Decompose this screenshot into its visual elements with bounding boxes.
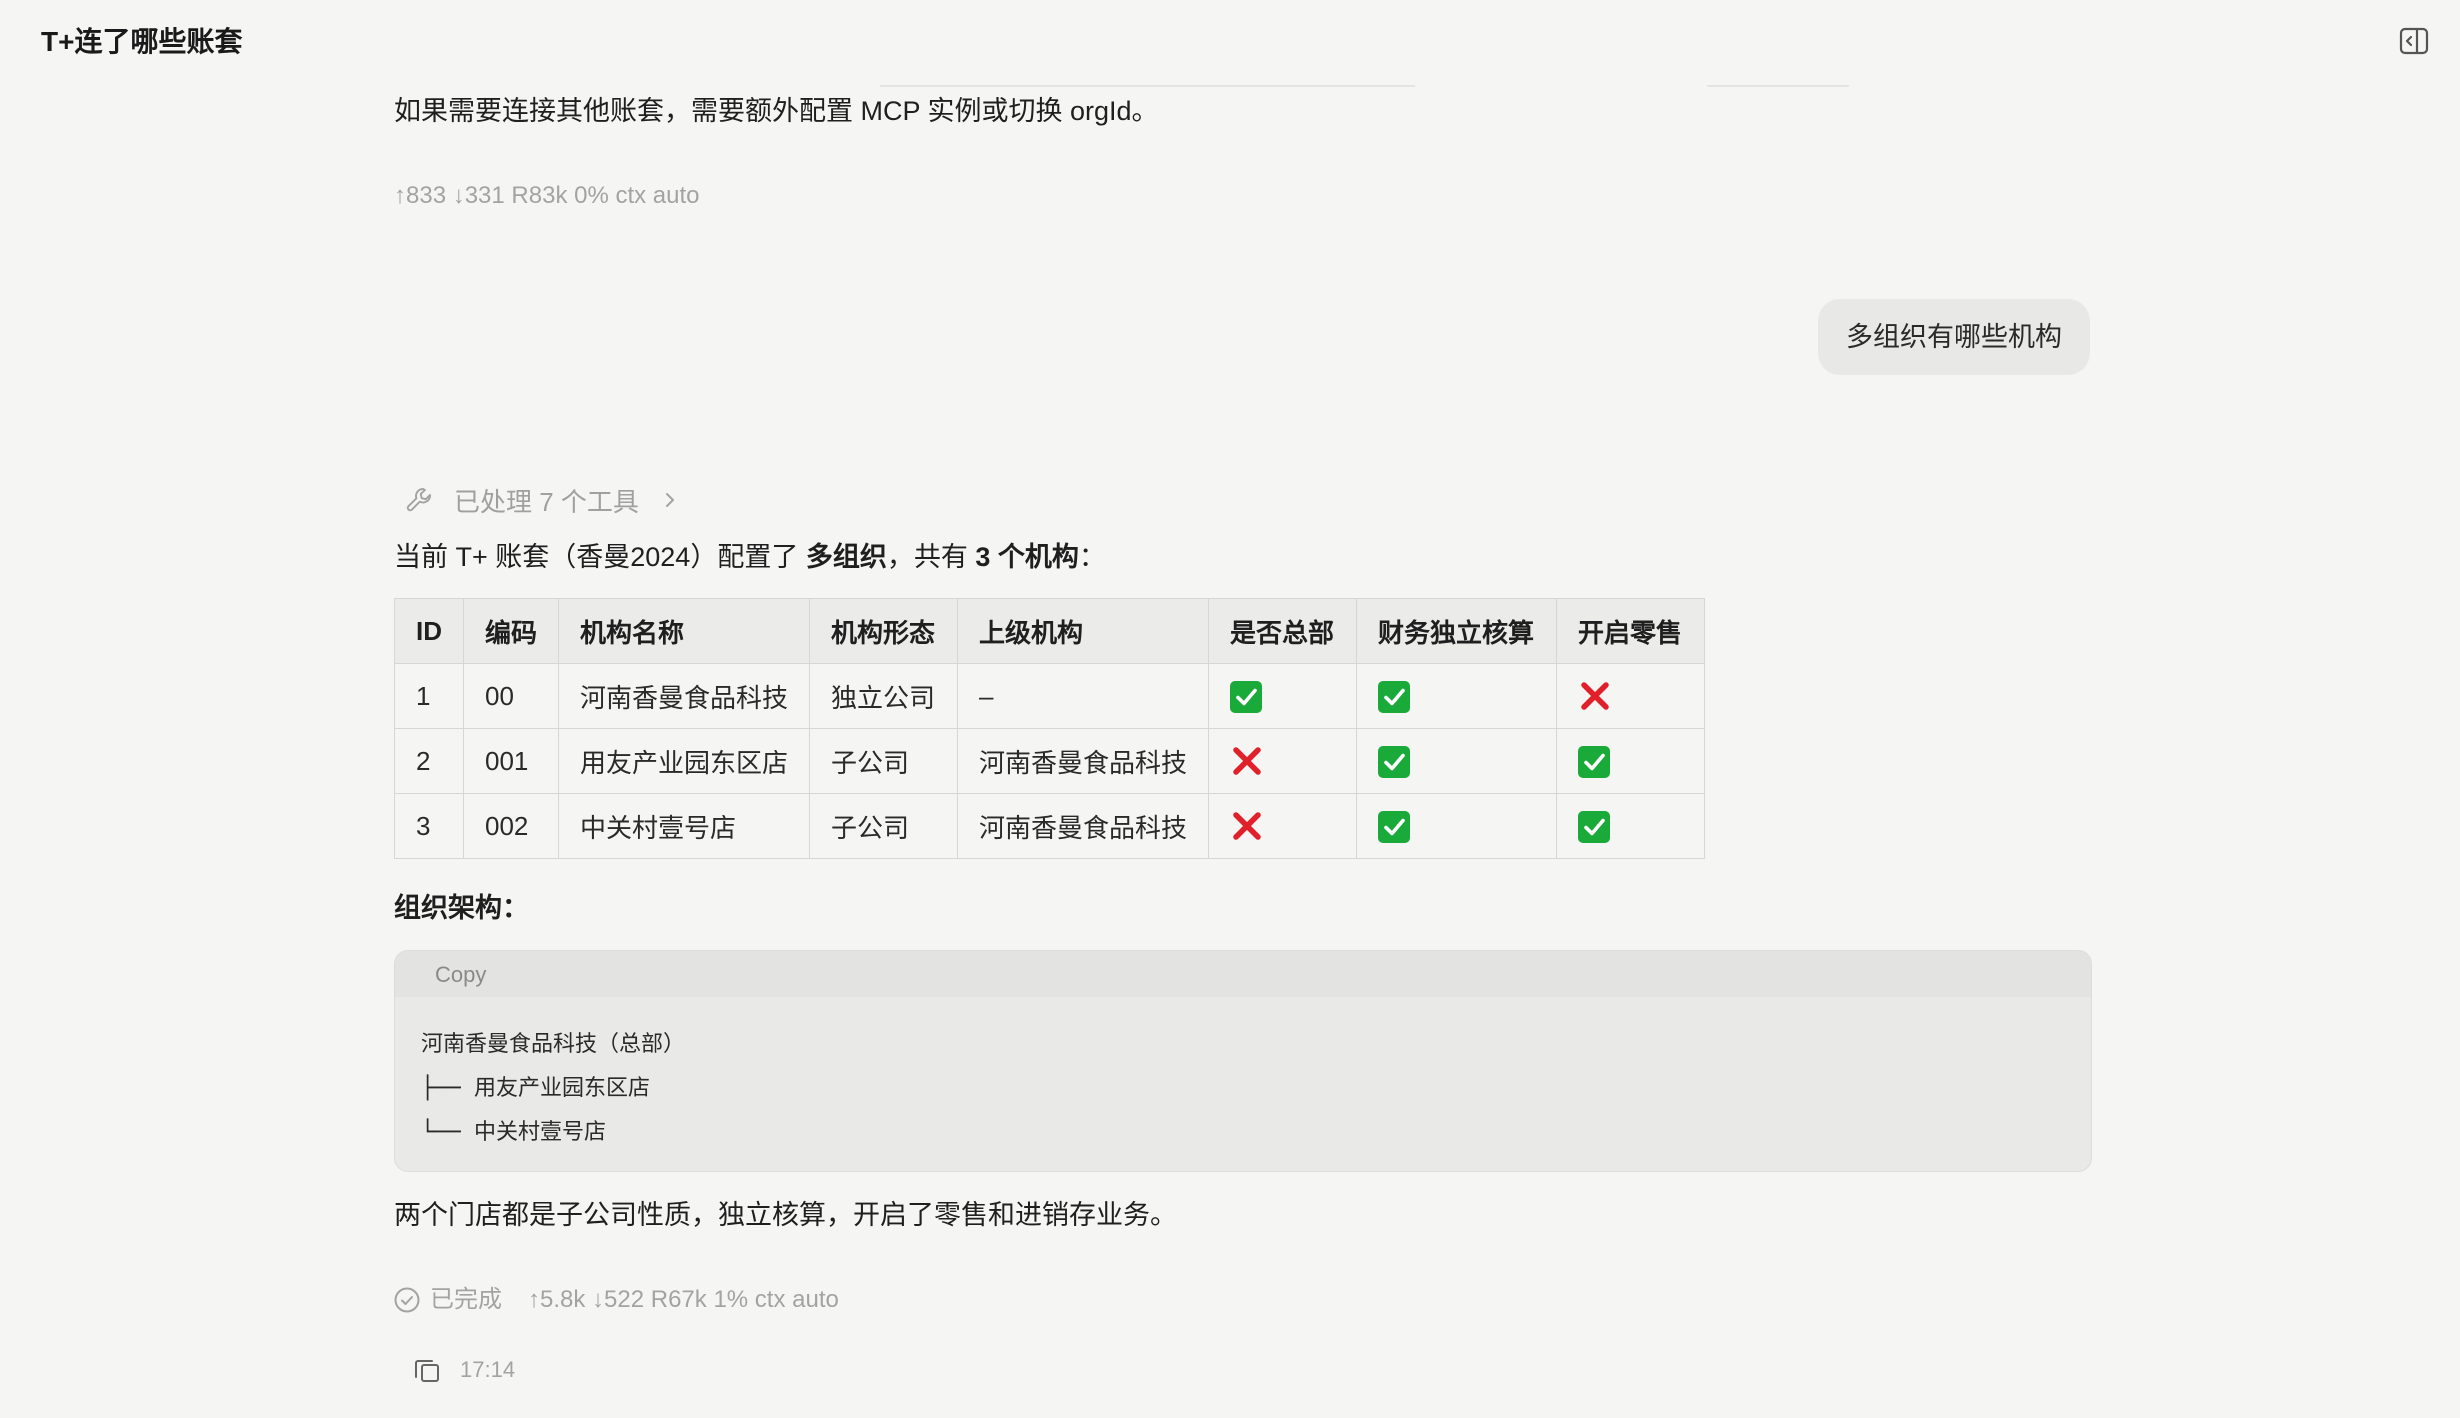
cross-mark-icon	[1578, 679, 1612, 713]
check-mark-button-icon	[1578, 810, 1611, 843]
table-cell-parent: –	[957, 663, 1210, 729]
code-line: 河南香曼食品科技（总部）	[421, 1032, 686, 1057]
previous-message-text: 如果需要连接其他账套，需要额外配置 MCP 实例或切换 orgId。	[394, 96, 1159, 126]
copy-icon[interactable]	[411, 1354, 443, 1386]
code-block-header	[395, 951, 2091, 997]
flag-cell	[1208, 793, 1358, 859]
intro-text: ，共有	[886, 542, 976, 572]
table-cell-code: 001	[462, 728, 560, 794]
completion-status: 已完成	[430, 1286, 502, 1313]
faded-divider	[880, 85, 1415, 87]
table-row: 1 00 河南香曼食品科技 独立公司 –	[394, 663, 1706, 729]
table-cell-name: 用友产业园东区店	[558, 728, 811, 794]
intro-bold-multi-org: 多组织	[805, 542, 887, 572]
table-row: 3 002 中关村壹号店 子公司 河南香曼食品科技	[394, 793, 1706, 859]
flag-cell	[1208, 663, 1358, 729]
column-header: 机构形态	[809, 598, 959, 664]
message-time: 17:14	[460, 1357, 516, 1382]
answer-summary: 两个门店都是子公司性质，独立核算，开启了零售和进销存业务。	[394, 1200, 1177, 1230]
answer-intro: 当前 T+ 账套（香曼2024）配置了 多组织，共有 3 个机构：	[394, 537, 1106, 577]
table-cell-form: 子公司	[809, 728, 959, 794]
user-message-bubble: 多组织有哪些机构	[1818, 299, 2090, 375]
table-cell-id: 1	[394, 663, 464, 729]
column-header: 机构名称	[558, 598, 811, 664]
flag-cell	[1208, 728, 1358, 794]
check-mark-button-icon	[1378, 680, 1411, 713]
structure-heading: 组织架构：	[394, 893, 529, 923]
conversation-title: T+连了哪些账套	[41, 26, 243, 57]
flag-cell	[1556, 728, 1706, 794]
flag-cell	[1356, 728, 1558, 794]
table-cell-id: 2	[394, 728, 464, 794]
table-cell-id: 3	[394, 793, 464, 859]
table-cell-parent: 河南香曼食品科技	[957, 728, 1210, 794]
column-header: ID	[394, 598, 464, 664]
check-mark-button-icon	[1230, 680, 1263, 713]
tools-summary-label: 已处理 7 个工具	[454, 486, 639, 517]
flag-cell	[1356, 793, 1558, 859]
column-header: 是否总部	[1208, 598, 1358, 664]
table-header-row: ID 编码 机构名称 机构形态 上级机构 是否总部 财务独立核算 开启零售	[394, 598, 1706, 664]
table-cell-code: 00	[462, 663, 560, 729]
table-cell-form: 独立公司	[809, 663, 959, 729]
tools-summary-toggle[interactable]: 已处理 7 个工具	[404, 480, 679, 520]
cross-mark-icon	[1230, 744, 1264, 778]
faded-divider	[1707, 85, 1849, 87]
column-header: 开启零售	[1556, 598, 1706, 664]
organization-table: ID 编码 机构名称 机构形态 上级机构 是否总部 财务独立核算 开启零售 10…	[394, 598, 1706, 859]
table-cell-code: 002	[462, 793, 560, 859]
flag-cell	[1556, 663, 1706, 729]
cross-mark-icon	[1230, 809, 1264, 843]
code-line: └── 中关村壹号店	[421, 1120, 606, 1145]
code-block: Copy 河南香曼食品科技（总部） ├── 用友产业园东区店 └── 中关村壹号店	[394, 950, 2092, 1172]
answer-stats: ↑5.8k ↓522 R67k 1% ctx auto	[528, 1286, 839, 1313]
sidebar-toggle-icon[interactable]	[2397, 24, 2431, 58]
check-circle-icon	[394, 1287, 420, 1313]
intro-text: ：	[1078, 542, 1106, 572]
table-cell-parent: 河南香曼食品科技	[957, 793, 1210, 859]
column-header: 上级机构	[957, 598, 1210, 664]
chevron-right-icon	[665, 493, 674, 507]
table-cell-form: 子公司	[809, 793, 959, 859]
intro-text: 当前 T+ 账套（香曼2024）配置了	[394, 542, 806, 572]
table-row: 2 001 用友产业园东区店 子公司 河南香曼食品科技	[394, 728, 1706, 794]
table-cell-name: 中关村壹号店	[558, 793, 811, 859]
column-header: 财务独立核算	[1356, 598, 1558, 664]
wrench-icon	[406, 488, 431, 512]
flag-cell	[1556, 793, 1706, 859]
column-header: 编码	[462, 598, 560, 664]
code-block-content: 河南香曼食品科技（总部） ├── 用友产业园东区店 └── 中关村壹号店	[421, 1023, 685, 1155]
code-line: ├── 用友产业园东区店	[421, 1076, 650, 1101]
flag-cell	[1356, 663, 1558, 729]
check-mark-button-icon	[1578, 745, 1611, 778]
table-cell-name: 河南香曼食品科技	[558, 663, 811, 729]
check-mark-button-icon	[1378, 810, 1411, 843]
check-mark-button-icon	[1378, 745, 1411, 778]
top-bar: T+连了哪些账套	[0, 0, 2460, 84]
copy-code-button[interactable]: Copy	[435, 961, 486, 989]
previous-message-stats: ↑833 ↓331 R83k 0% ctx auto	[394, 182, 700, 209]
intro-bold-count: 3 个机构	[975, 542, 1079, 572]
